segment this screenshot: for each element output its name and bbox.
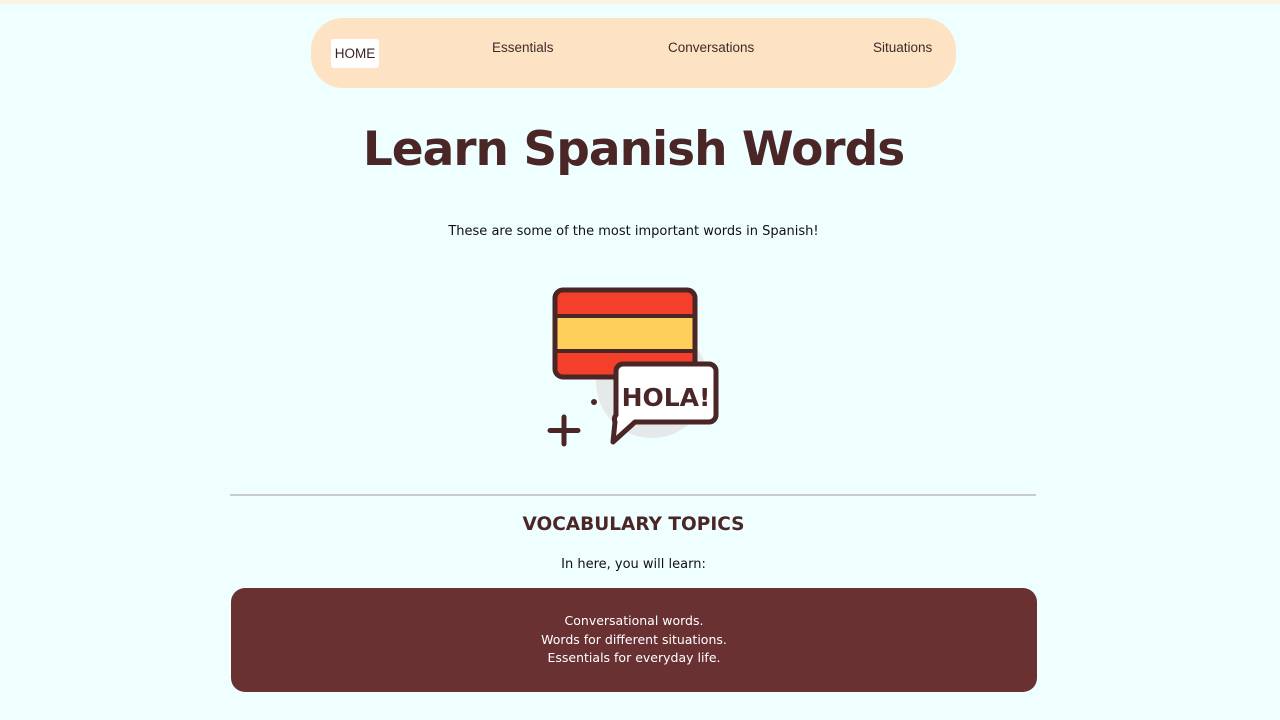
list-item: Conversational words. [564, 613, 704, 628]
flag-red-top [555, 290, 695, 316]
page-title: Learn Spanish Words [362, 122, 905, 177]
top-strip [0, 0, 1280, 4]
topics-box: Conversational words. Words for differen… [231, 588, 1037, 692]
vocabulary-intro: In here, you will learn: [561, 557, 706, 572]
list-item: Essentials for everyday life. [547, 650, 721, 665]
topics-list: Conversational words. Words for differen… [231, 612, 1037, 668]
section-divider [230, 494, 1036, 496]
page-subtitle: These are some of the most important wor… [448, 224, 819, 239]
sparkle-decoration [547, 414, 581, 447]
nav-home-link[interactable]: HOME [331, 39, 379, 68]
dot-decoration [591, 399, 597, 405]
list-item: Words for different situations. [541, 631, 727, 647]
bubble-text: HOLA! [622, 383, 711, 412]
nav-essentials-link[interactable]: Essentials [492, 39, 554, 56]
spanish-flag-hola-speech-bubble-icon: HOLA! [547, 287, 719, 447]
nav-situations-link[interactable]: Situations [873, 39, 932, 56]
vocabulary-topics-heading: VOCABULARY TOPICS [522, 514, 745, 535]
main-nav: HOME Essentials Conversations Situations [311, 18, 956, 88]
nav-conversations-link[interactable]: Conversations [668, 39, 754, 56]
